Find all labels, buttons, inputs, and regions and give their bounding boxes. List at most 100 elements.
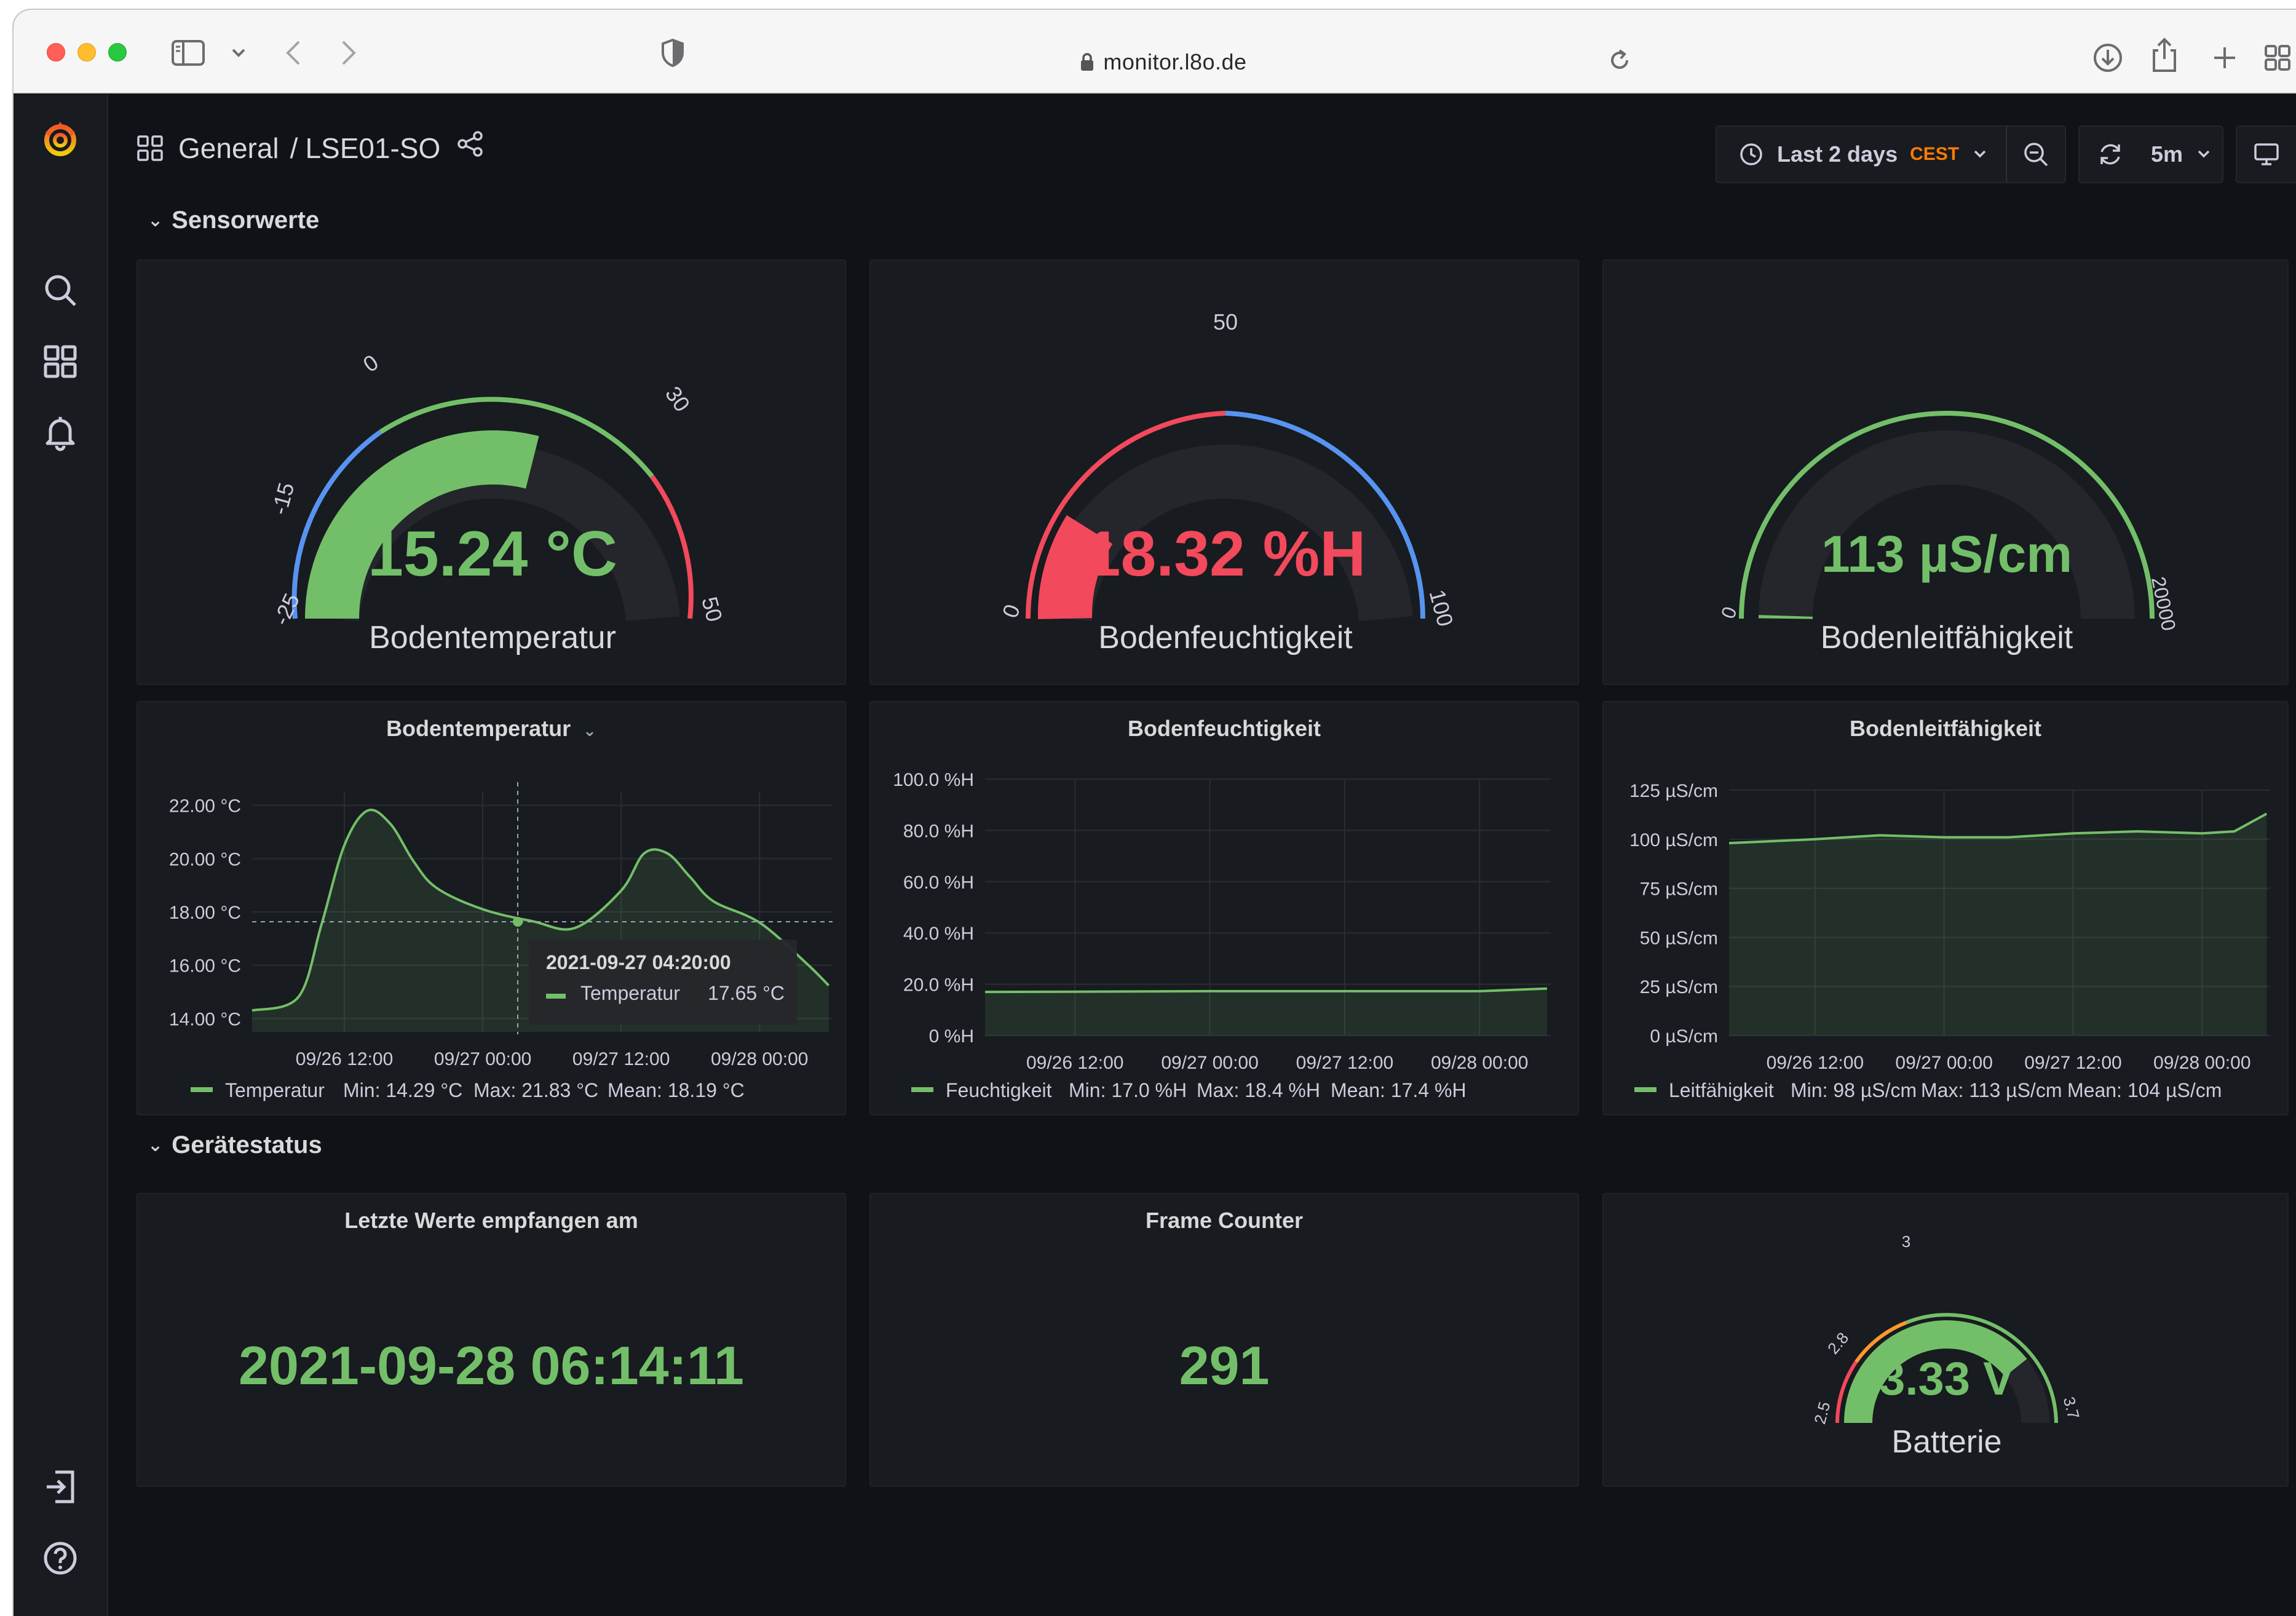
sidebar-toggle-icon[interactable] [171,39,205,66]
stat-value: 2021-09-28 06:14:11 [239,1335,744,1396]
y-tick-label: 75 µS/cm [1640,879,1718,900]
tab-overview-icon[interactable] [2264,44,2291,71]
new-tab-icon[interactable] [2212,46,2237,70]
row-sensorwerte[interactable]: ⌄ Sensorwerte [148,207,319,234]
gauge-label: Bodenfeuchtigkeit [1098,620,1353,656]
address-bar[interactable]: monitor.l8o.de [715,34,1612,90]
share-icon[interactable] [2151,37,2178,74]
back-icon[interactable] [284,39,303,66]
privacy-shield-icon[interactable] [660,38,685,68]
x-tick-label: 09/28 00:00 [2153,1053,2250,1073]
minimize-window-button[interactable] [77,43,96,61]
gauge-panel-conductivity[interactable]: 0 20000 113 µS/cm Bodenleitfähigkeit [1602,259,2289,685]
panel-title[interactable]: Frame Counter [871,1208,1578,1234]
row-title-text: Gerätestatus [172,1131,322,1159]
x-tick-label: 09/27 00:00 [1895,1053,1992,1073]
gauge-label: Bodentemperatur [369,620,616,656]
x-tick-label: 09/26 12:00 [296,1049,393,1069]
x-tick-label: 09/28 00:00 [1431,1053,1528,1073]
gauge-tick: 50 [1213,309,1238,335]
conductivity-graph: 125 µS/cm 100 µS/cm 75 µS/cm 50 µS/cm 25 µS/… [1629,781,2270,1101]
gauge-tick: 3 [1902,1232,1910,1251]
breadcrumb-folder[interactable]: General [178,132,279,165]
close-window-button[interactable] [47,43,65,61]
alerting-bell-icon[interactable] [41,413,80,453]
gauge-tick: 0 [358,349,383,377]
gauge-label: Batterie [1891,1424,2001,1460]
legend-series-name[interactable]: Leitfähigkeit [1669,1079,1774,1101]
chevron-down-icon[interactable] [231,48,246,58]
conductivity-gauge: 0 20000 113 µS/cm Bodenleitfähigkeit [1717,411,2180,656]
legend-series-name[interactable]: Feuchtigkeit [946,1079,1052,1101]
browser-window: monitor.l8o.de General / LSE01-SO Last 2… [12,9,2296,1616]
battery-gauge: 2.5 2.8 3 3.7 3.33 V Batterie [1810,1232,2083,1460]
legend-swatch [911,1087,933,1092]
legend-series-name[interactable]: Temperatur [225,1079,325,1101]
zoom-window-button[interactable] [108,43,127,61]
lock-icon [1081,53,1094,71]
legend-min: Min: 98 µS/cm [1791,1079,1917,1101]
legend-mean: Mean: 18.19 °C [608,1079,745,1101]
moisture-graph: 100.0 %H 80.0 %H 60.0 %H 40.0 %H 20.0 %H 0 %H… [893,770,1551,1101]
stat-panel-frame-counter[interactable]: Frame Counter 291 [869,1193,1579,1487]
y-tick-label: 0 µS/cm [1650,1026,1718,1047]
gauge-panel-moisture[interactable]: 0 50 100 18.32 %H Bodenfeuchtigkeit [869,259,1579,685]
timezone-label: CEST [1910,144,1960,164]
refresh-button[interactable]: 5m [2078,125,2223,183]
time-range-label: Last 2 days [1777,141,1898,167]
gauge-tick: -15 [266,480,299,517]
dashboards-icon[interactable] [41,342,80,381]
gauge-label: Bodenleitfähigkeit [1821,620,2073,656]
panel-title[interactable]: Bodenfeuchtigkeit [871,716,1578,742]
tooltip-series-swatch [546,994,566,999]
tv-mode-button[interactable] [2236,125,2296,183]
dashboard-title[interactable]: LSE01-SO [305,132,440,165]
panel-title[interactable]: Letzte Werte empfangen am [138,1208,845,1234]
panel-title[interactable]: Bodentemperatur ⌄ [138,716,845,742]
gauge-tick: -25 [268,589,304,628]
tooltip-time: 2021-09-27 04:20:00 [546,951,731,973]
y-tick-label: 20.0 %H [903,975,974,996]
share-dashboard-icon[interactable] [456,130,485,158]
gauge-value: 18.32 %H [1085,518,1366,590]
grafana-logo-icon[interactable] [41,119,80,159]
x-tick-label: 09/27 00:00 [1161,1053,1258,1073]
y-tick-label: 100.0 %H [893,770,974,790]
zoom-out-icon [2024,143,2048,167]
refresh-interval-label: 5m [2151,141,2183,167]
forward-icon[interactable] [339,39,358,66]
help-icon[interactable] [41,1539,80,1578]
legend-swatch [1634,1087,1657,1092]
reload-icon[interactable] [1607,48,1632,73]
graph-panel-conductivity[interactable]: Bodenleitfähigkeit 125 µS/cm 100 µS/cm 75 … [1602,701,2289,1115]
sign-in-icon[interactable] [41,1467,80,1507]
y-tick-label: 18.00 °C [169,903,241,923]
zoom-out-button[interactable] [2006,125,2066,183]
legend-max: Max: 113 µS/cm [1921,1079,2062,1101]
graph-panel-temperature[interactable]: Bodentemperatur ⌄ 2021-09-27 04:20:00 Te… [137,701,846,1115]
panel-title-text: Bodentemperatur [386,716,571,741]
y-tick-label: 50 µS/cm [1640,928,1718,948]
row-geraetestatus[interactable]: ⌄ Gerätestatus [148,1131,322,1159]
gauge-panel-battery[interactable]: 2.5 2.8 3 3.7 3.33 V Batterie [1602,1193,2289,1487]
y-tick-label: 100 µS/cm [1629,830,1718,850]
downloads-icon[interactable] [2092,42,2124,74]
stat-panel-last-received[interactable]: Letzte Werte empfangen am 2021-09-28 06:… [137,1193,846,1487]
chevron-down-icon: ⌄ [148,210,164,231]
x-tick-label: 09/27 00:00 [434,1049,531,1069]
stat-value: 291 [1179,1335,1270,1396]
panel-title[interactable]: Bodenleitfähigkeit [1604,716,2287,742]
hover-point [513,917,523,927]
tooltip-value: 17.65 °C [708,982,785,1004]
search-icon[interactable] [41,271,80,310]
gauge-panel-temperature[interactable]: -25 -15 0 30 50 15.24 °C Bodentemperatur [137,259,846,685]
legend-max: Max: 21.83 °C [473,1079,598,1101]
legend-max: Max: 18.4 %H [1197,1079,1320,1101]
gauge-tick: 100 [1424,587,1458,629]
graph-panel-moisture[interactable]: Bodenfeuchtigkeit 100.0 %H 80.0 %H 60.0 %H… [869,701,1579,1115]
refresh-icon [2100,144,2120,165]
gauge-tick: 2.5 [1810,1400,1834,1426]
y-tick-label: 22.00 °C [169,796,241,817]
y-tick-label: 20.00 °C [169,849,241,869]
series-line [984,987,1547,994]
